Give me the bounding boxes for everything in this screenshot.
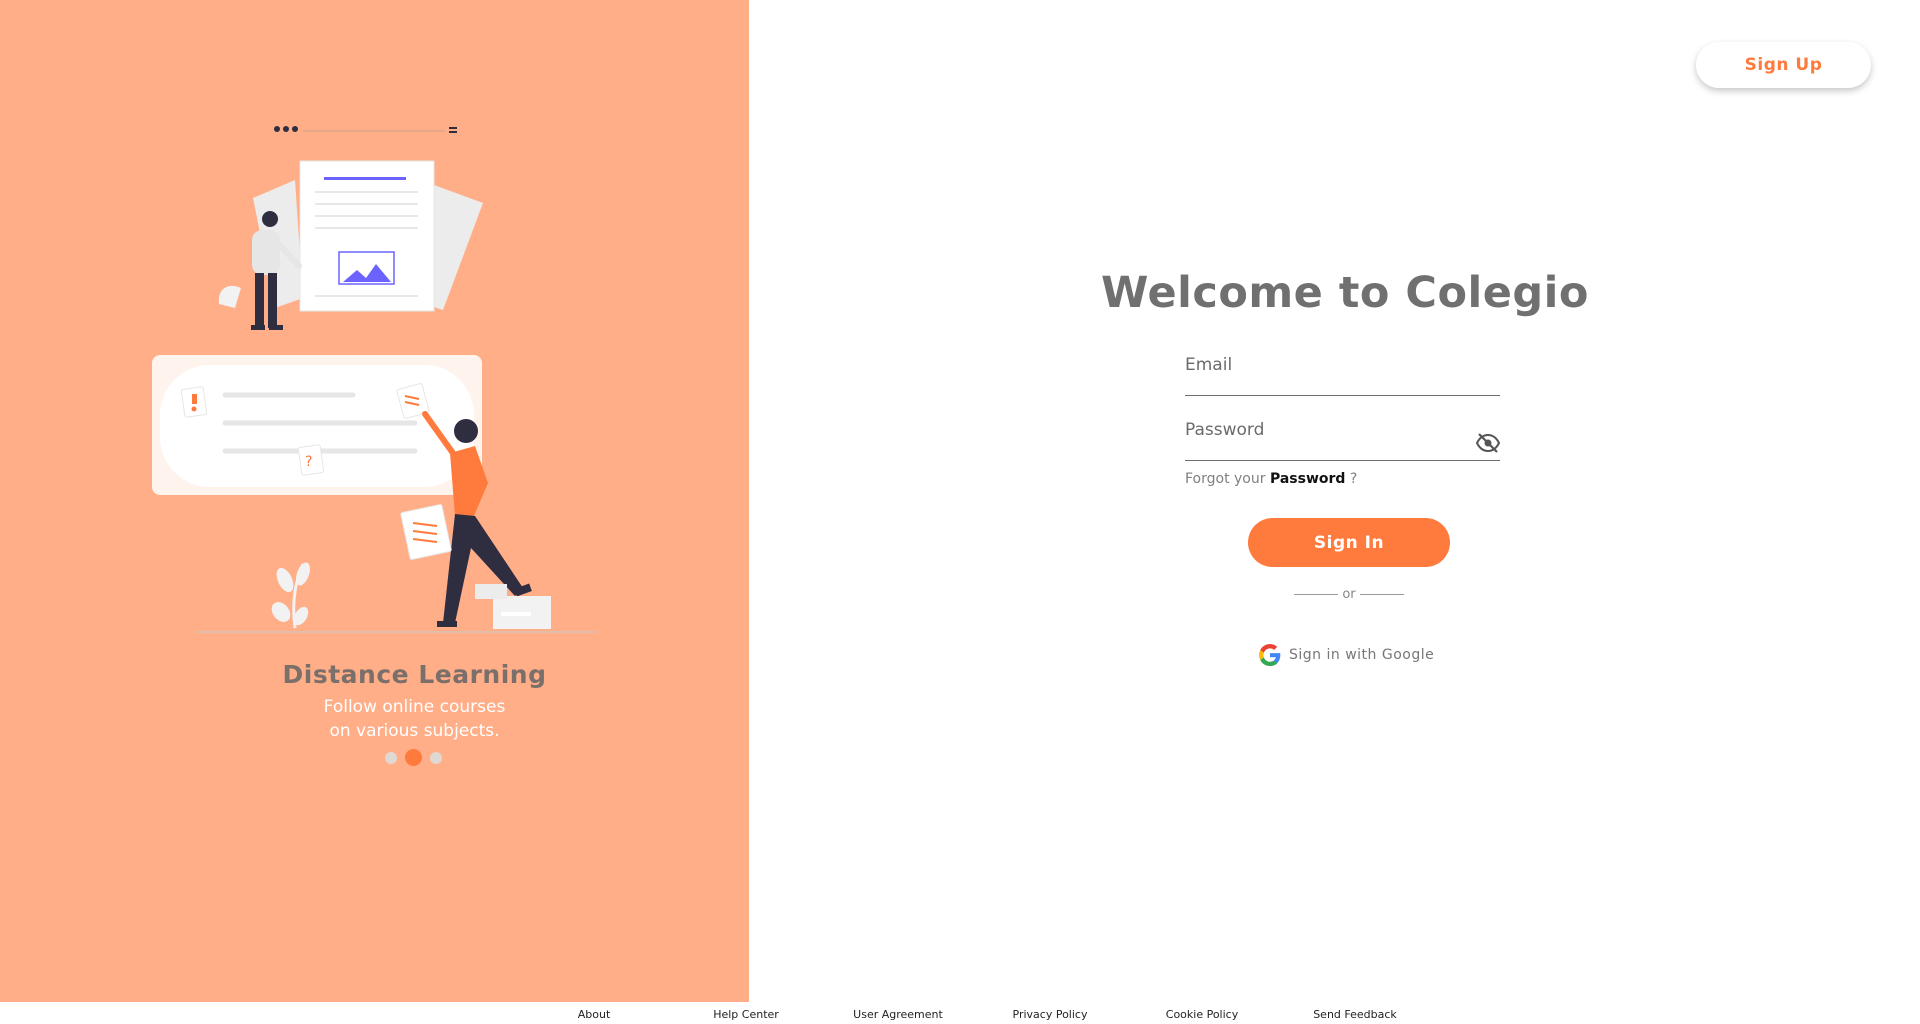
- carousel-dot-active[interactable]: [405, 749, 422, 766]
- login-page: ? Distance Learning Follow online course…: [0, 0, 1920, 1024]
- carousel-dot[interactable]: [385, 751, 397, 764]
- sign-up-button[interactable]: Sign Up: [1696, 42, 1871, 88]
- page-title: Welcome to Colegio: [1101, 268, 1589, 318]
- carousel-dot[interactable]: [430, 751, 442, 764]
- distance-learning-illustration: ?: [152, 126, 597, 633]
- footer-link-user-agreement[interactable]: User Agreement: [853, 1008, 943, 1021]
- forgot-suffix: ?: [1349, 471, 1358, 487]
- or-divider: or: [1294, 587, 1404, 602]
- divider-line: [1294, 594, 1339, 595]
- google-sign-in-button[interactable]: Sign in with Google: [1259, 644, 1434, 666]
- footer-link-privacy-policy[interactable]: Privacy Policy: [1013, 1008, 1088, 1021]
- sign-in-button[interactable]: Sign In: [1248, 518, 1450, 567]
- password-input[interactable]: [1185, 414, 1500, 460]
- footer-link-about[interactable]: About: [578, 1008, 611, 1021]
- google-label: Sign in with Google: [1289, 647, 1435, 663]
- or-label: or: [1342, 587, 1356, 602]
- forgot-prefix: Forgot your: [1185, 471, 1266, 487]
- footer-link-send-feedback[interactable]: Send Feedback: [1313, 1008, 1397, 1021]
- carousel-subtitle-line1: Follow online courses: [323, 697, 506, 717]
- carousel-subtitle-line2: on various subjects.: [329, 721, 500, 741]
- hero-panel: ? Distance Learning Follow online course…: [0, 0, 749, 1002]
- divider-line: [1359, 594, 1404, 595]
- footer-link-cookie-policy[interactable]: Cookie Policy: [1166, 1008, 1238, 1021]
- carousel-title: Distance Learning: [282, 660, 547, 689]
- forgot-password-text: Forgot your Password ?: [1185, 471, 1357, 487]
- footer: About Help Center User Agreement Privacy…: [0, 1008, 1920, 1024]
- svg-text:?: ?: [305, 454, 312, 470]
- eye-slash-icon[interactable]: [1476, 432, 1500, 454]
- password-field: [1185, 414, 1500, 461]
- google-icon: [1259, 644, 1281, 666]
- carousel-dots: [385, 749, 442, 766]
- email-input[interactable]: [1185, 349, 1500, 395]
- forgot-password-link[interactable]: Password: [1270, 471, 1345, 487]
- footer-link-help-center[interactable]: Help Center: [713, 1008, 779, 1021]
- email-field: [1185, 349, 1500, 396]
